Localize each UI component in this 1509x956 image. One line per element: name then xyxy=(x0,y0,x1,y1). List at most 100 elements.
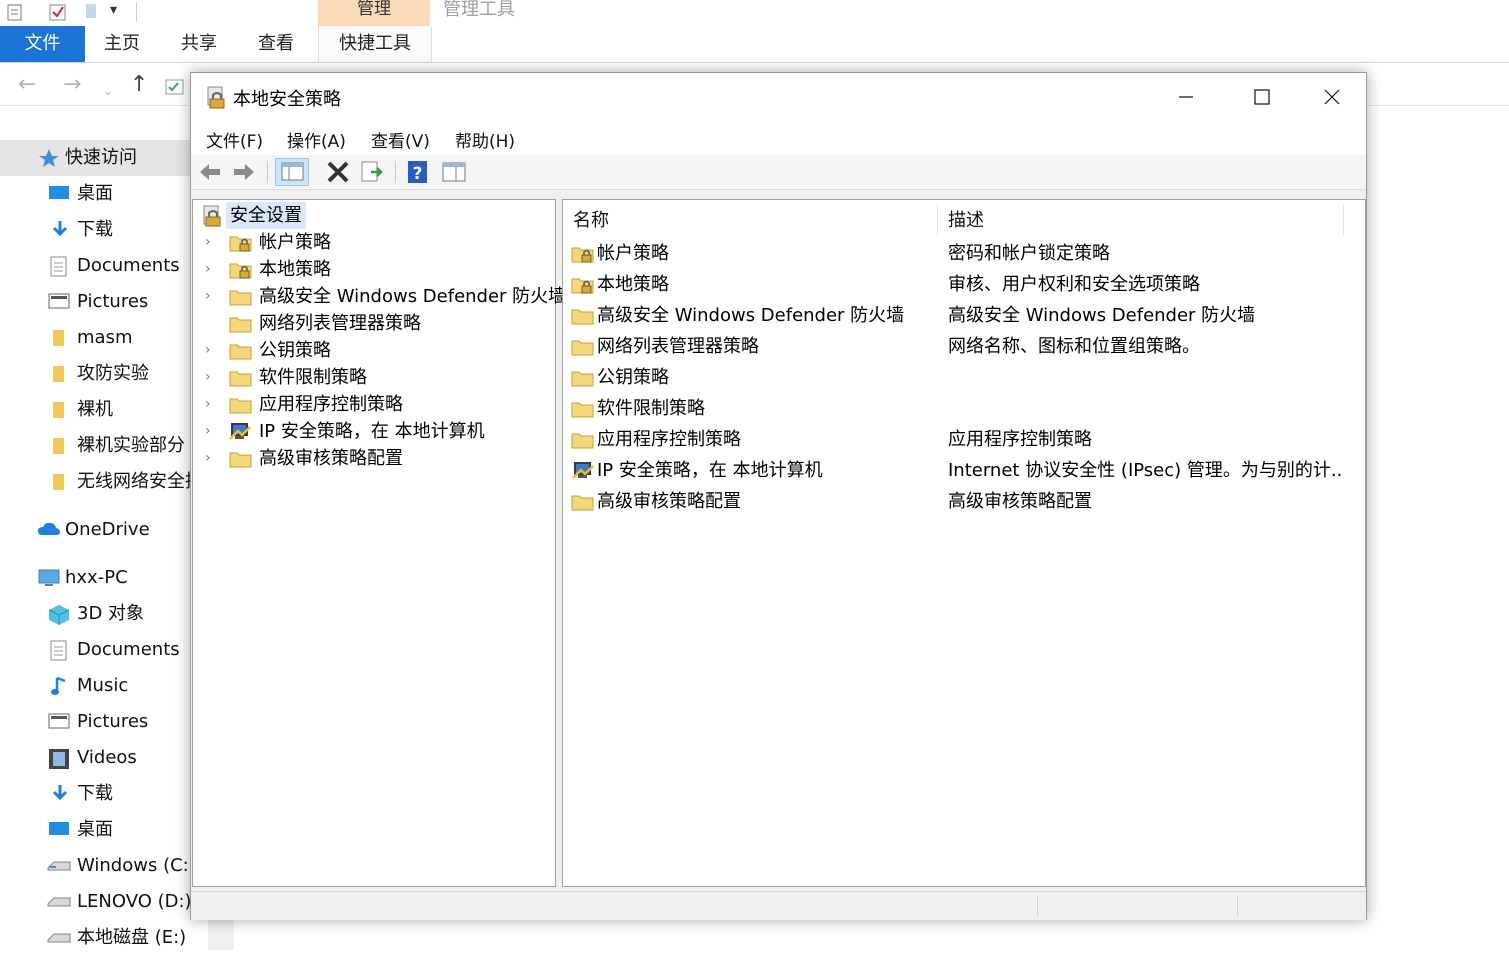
chevron-right-icon[interactable]: › xyxy=(205,283,211,310)
menu-file[interactable]: 文件(F) xyxy=(206,127,263,152)
nav-label: Documents xyxy=(77,639,180,660)
folder-new-icon[interactable] xyxy=(84,2,98,22)
chevron-right-icon[interactable]: › xyxy=(205,445,211,472)
list-row-description: 网络名称、图标和位置组策略。 xyxy=(948,336,1200,357)
show-hide-tree-button[interactable] xyxy=(275,158,309,186)
nav-quick-access[interactable]: 快速访问 xyxy=(0,140,190,176)
column-header-name[interactable]: 名称 xyxy=(573,204,609,238)
tree-item-advanced-audit[interactable]: › 高级审核策略配置 xyxy=(193,445,553,472)
menu-help[interactable]: 帮助(H) xyxy=(455,127,515,152)
up-arrow-icon[interactable]: ↑ xyxy=(130,74,148,96)
nav-label: 无线网络安全技 xyxy=(77,471,190,492)
nav-item-drive-e[interactable]: 本地磁盘 (E:) xyxy=(0,920,190,956)
tree-root-security-settings[interactable]: 安全设置 xyxy=(193,202,553,229)
status-divider xyxy=(1037,896,1038,916)
list-row-network-list[interactable]: 网络列表管理器策略 网络名称、图标和位置组策略。 xyxy=(563,331,1363,362)
list-row-name: 应用程序控制策略 xyxy=(597,429,741,450)
nav-item-drive-c[interactable]: Windows (C:) xyxy=(0,848,190,884)
nav-item-videos[interactable]: Videos xyxy=(0,740,190,776)
nav-item-download[interactable]: 下载 xyxy=(0,212,190,248)
list-row-name: 网络列表管理器策略 xyxy=(597,336,759,357)
tab-home[interactable]: 主页 xyxy=(104,26,140,62)
tree-item-app-control[interactable]: › 应用程序控制策略 xyxy=(193,391,553,418)
nav-item-pc-pictures[interactable]: Pictures xyxy=(0,704,190,740)
nav-item-wireless-security[interactable]: 无线网络安全技 xyxy=(0,464,190,500)
back-arrow-icon[interactable]: ← xyxy=(18,74,36,96)
desktop-icon xyxy=(49,822,69,835)
nav-item-masm[interactable]: masm xyxy=(0,320,190,356)
list-row-advanced-audit[interactable]: 高级审核策略配置 高级审核策略配置 xyxy=(563,486,1363,517)
action-pane-icon[interactable] xyxy=(441,159,467,185)
nav-item-desktop[interactable]: 桌面 xyxy=(0,176,190,212)
tab-file[interactable]: 文件 xyxy=(0,26,85,62)
tab-share[interactable]: 共享 xyxy=(181,26,217,62)
list-row-ipsec[interactable]: IP 安全策略，在 本地计算机 Internet 协议安全性 (IPsec) 管… xyxy=(563,455,1363,486)
tree-item-software-restriction[interactable]: › 软件限制策略 xyxy=(193,364,553,391)
nav-item-drive-d[interactable]: LENOVO (D:) xyxy=(0,884,190,920)
list-row-firewall[interactable]: 高级安全 Windows Defender 防火墙 高级安全 Windows D… xyxy=(563,300,1363,331)
nav-item-pc-download[interactable]: 下载 xyxy=(0,776,190,812)
tree-item-local-policy[interactable]: › 本地策略 xyxy=(193,256,553,283)
nav-onedrive[interactable]: OneDrive xyxy=(0,512,190,548)
drive-icon xyxy=(47,897,71,907)
nav-item-pc-documents[interactable]: Documents xyxy=(0,632,190,668)
minimize-button[interactable] xyxy=(1151,73,1221,121)
properties-icon[interactable] xyxy=(6,2,24,22)
nav-this-pc[interactable]: hxx-PC xyxy=(0,560,190,596)
checkmark-icon[interactable] xyxy=(48,2,68,22)
list-row-account-policy[interactable]: 帐户策略 密码和帐户锁定策略 xyxy=(563,238,1363,269)
nav-item-documents[interactable]: Documents xyxy=(0,248,190,284)
menu-bar: 文件(F) 操作(A) 查看(V) 帮助(H) xyxy=(191,121,1366,156)
nav-item-music[interactable]: Music xyxy=(0,668,190,704)
nav-item-baremetal-lab[interactable]: 裸机实验部分 xyxy=(0,428,190,464)
close-button[interactable] xyxy=(1297,73,1367,121)
chevron-right-icon[interactable]: › xyxy=(205,418,211,445)
chevron-right-icon[interactable]: › xyxy=(205,364,211,391)
chevron-right-icon[interactable]: › xyxy=(205,391,211,418)
tree-item-account-policy[interactable]: › 帐户策略 xyxy=(193,229,553,256)
delete-icon[interactable] xyxy=(325,159,351,185)
location-icon xyxy=(165,79,184,95)
tree-item-label: 高级审核策略配置 xyxy=(259,448,403,469)
chevron-right-icon[interactable]: › xyxy=(205,256,211,283)
folder-icon xyxy=(571,371,594,387)
tree-item-network-list[interactable]: 网络列表管理器策略 xyxy=(193,310,553,337)
explorer-scrollbar[interactable] xyxy=(208,920,234,950)
tab-shortcut-tools[interactable]: 快捷工具 xyxy=(318,26,432,62)
nav-label: 快速访问 xyxy=(65,147,137,168)
tab-view[interactable]: 查看 xyxy=(258,26,294,62)
nav-item-attack-lab[interactable]: 攻防实验 xyxy=(0,356,190,392)
nav-label: Windows (C:) xyxy=(77,855,190,876)
nav-label: Videos xyxy=(77,747,137,768)
forward-arrow-icon[interactable] xyxy=(231,159,257,185)
secpol-window: 本地安全策略 文件(F) 操作(A) 查看(V) 帮助(H) ? 安全设置 › … xyxy=(190,72,1367,920)
column-divider[interactable] xyxy=(937,204,938,236)
nav-item-pc-desktop[interactable]: 桌面 xyxy=(0,812,190,848)
nav-item-3d-objects[interactable]: 3D 对象 xyxy=(0,596,190,632)
list-row-local-policy[interactable]: 本地策略 审核、用户权利和安全选项策略 xyxy=(563,269,1363,300)
context-group-label: 管理工具 xyxy=(443,0,515,20)
folder-icon xyxy=(53,366,64,382)
menu-action[interactable]: 操作(A) xyxy=(287,127,346,152)
chevron-right-icon[interactable]: › xyxy=(205,337,211,364)
nav-item-pictures[interactable]: Pictures xyxy=(0,284,190,320)
column-divider[interactable] xyxy=(1343,204,1344,236)
nav-item-baremetal[interactable]: 裸机 xyxy=(0,392,190,428)
menu-view[interactable]: 查看(V) xyxy=(371,127,430,152)
list-row-software-restriction[interactable]: 软件限制策略 xyxy=(563,393,1363,424)
chevron-right-icon[interactable]: › xyxy=(205,229,211,256)
forward-arrow-icon[interactable]: → xyxy=(63,74,81,96)
export-list-icon[interactable] xyxy=(359,159,385,185)
back-arrow-icon[interactable] xyxy=(197,159,223,185)
recent-chevron-icon[interactable]: ⌄ xyxy=(103,81,113,101)
list-row-app-control[interactable]: 应用程序控制策略 应用程序控制策略 xyxy=(563,424,1363,455)
tree-item-ipsec[interactable]: › IP 安全策略，在 本地计算机 xyxy=(193,418,553,445)
title-bar[interactable]: 本地安全策略 xyxy=(191,73,1366,121)
column-header-description[interactable]: 描述 xyxy=(948,204,984,238)
tree-item-firewall[interactable]: › 高级安全 Windows Defender 防火墙 xyxy=(193,283,566,310)
help-icon[interactable]: ? xyxy=(405,159,431,185)
chevron-down-icon[interactable]: ▾ xyxy=(110,2,117,18)
list-row-public-key[interactable]: 公钥策略 xyxy=(563,362,1363,393)
tree-item-public-key[interactable]: › 公钥策略 xyxy=(193,337,553,364)
maximize-button[interactable] xyxy=(1227,73,1297,121)
